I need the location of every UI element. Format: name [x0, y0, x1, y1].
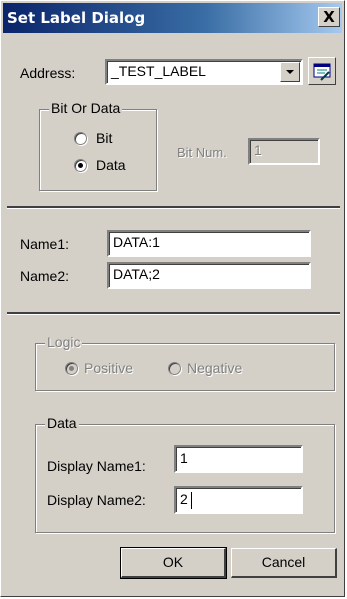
name2-value: DATA;2 [113, 266, 160, 282]
data-group-title: Data [45, 415, 79, 431]
name1-label: Name1: [20, 236, 70, 252]
bit-radio-label: Bit [96, 130, 113, 146]
display-name2-label: Display Name2: [47, 492, 146, 508]
address-combobox[interactable]: _TEST_LABEL [105, 59, 303, 85]
display-name1-value: 1 [180, 450, 188, 466]
positive-radio-label: Positive [84, 360, 134, 376]
name1-value: DATA:1 [113, 234, 160, 250]
name1-field[interactable]: DATA:1 [107, 230, 311, 257]
display-name1-label: Display Name1: [47, 458, 146, 474]
logic-group [35, 343, 335, 391]
address-dropdown-button[interactable] [280, 62, 300, 82]
negative-radio-label: Negative [187, 360, 243, 376]
logic-title: Logic [45, 334, 83, 350]
title-bar[interactable]: Set Label Dialog X [3, 3, 342, 33]
display-name2-field[interactable]: 2 [174, 486, 303, 514]
data-radio-label: Data [96, 157, 126, 173]
name2-field[interactable]: DATA;2 [107, 262, 311, 289]
separator-middle [7, 312, 340, 315]
set-label-dialog: Set Label Dialog X Address: _TEST_LABEL … [0, 0, 345, 597]
chevron-down-icon [286, 70, 294, 74]
bit-or-data-group [39, 109, 157, 191]
browse-icon [313, 63, 331, 81]
data-group [35, 424, 335, 533]
text-cursor [191, 492, 192, 509]
separator-top [7, 206, 340, 209]
close-icon: X [323, 8, 335, 26]
cancel-button[interactable]: Cancel [231, 548, 337, 578]
data-radio[interactable] [74, 159, 87, 172]
address-browse-button[interactable] [308, 57, 336, 85]
display-name1-field[interactable]: 1 [174, 445, 303, 473]
address-label: Address: [20, 65, 76, 81]
name2-label: Name2: [20, 268, 70, 284]
bit-num-value: 1 [254, 142, 262, 158]
bit-radio[interactable] [74, 132, 87, 145]
address-value: _TEST_LABEL [111, 63, 206, 79]
positive-radio[interactable] [65, 362, 78, 375]
bit-num-label: Bit Num. [177, 145, 227, 160]
bit-num-field[interactable]: 1 [248, 138, 320, 165]
bit-or-data-title: Bit Or Data [49, 100, 123, 116]
negative-radio[interactable] [168, 362, 181, 375]
ok-button[interactable]: OK [120, 547, 227, 579]
close-button[interactable]: X [318, 7, 340, 27]
display-name2-value: 2 [180, 491, 188, 507]
dialog-title: Set Label Dialog [7, 9, 146, 27]
